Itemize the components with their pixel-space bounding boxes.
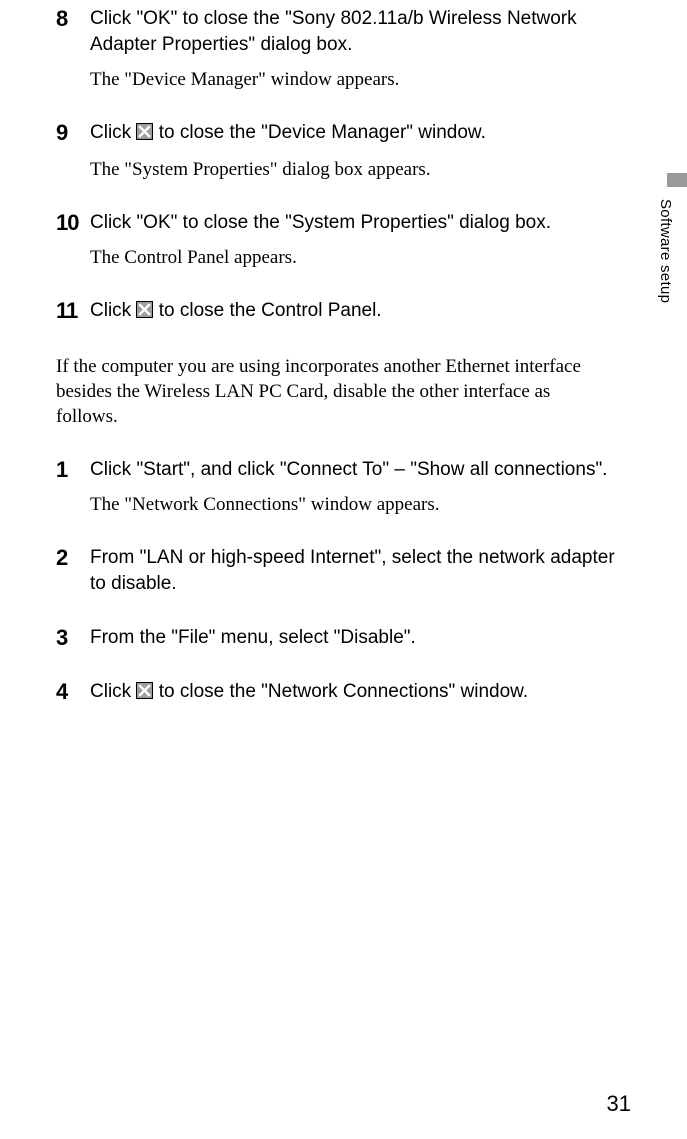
step-result: The "Device Manager" window appears. xyxy=(90,68,616,92)
step: 8Click "OK" to close the "Sony 802.11a/b… xyxy=(56,6,616,92)
step-head: 10Click "OK" to close the "System Proper… xyxy=(56,210,616,236)
close-icon xyxy=(136,681,153,707)
step-head: 4Click to close the "Network Connections… xyxy=(56,679,616,707)
step-result: The Control Panel appears. xyxy=(90,246,616,270)
close-icon xyxy=(136,123,153,140)
step-instruction: Click "OK" to close the "System Properti… xyxy=(90,210,616,236)
step-number: 10 xyxy=(56,210,90,236)
step-number: 2 xyxy=(56,545,90,571)
page-number: 31 xyxy=(607,1091,631,1117)
step-instruction: Click "Start", and click "Connect To" – … xyxy=(90,457,616,483)
step: 3From the "File" menu, select "Disable". xyxy=(56,625,616,651)
document-page: Software setup 8Click "OK" to close the … xyxy=(0,0,687,1139)
intro-paragraph: If the computer you are using incorporat… xyxy=(56,354,616,429)
step-number: 1 xyxy=(56,457,90,483)
step: 4Click to close the "Network Connections… xyxy=(56,679,616,707)
step: 1Click "Start", and click "Connect To" –… xyxy=(56,457,616,517)
step-text-before: Click xyxy=(90,681,136,702)
body-content: 8Click "OK" to close the "Sony 802.11a/b… xyxy=(56,0,616,707)
step-instruction: Click to close the Control Panel. xyxy=(90,298,616,326)
step-number: 11 xyxy=(56,298,90,324)
step-text-before: Click "OK" to close the "Sony 802.11a/b … xyxy=(90,8,577,55)
step-text-after: to close the "Network Connections" windo… xyxy=(153,681,528,702)
step-head: 9Click to close the "Device Manager" win… xyxy=(56,120,616,148)
step-head: 8Click "OK" to close the "Sony 802.11a/b… xyxy=(56,6,616,58)
step-instruction: From the "File" menu, select "Disable". xyxy=(90,625,616,651)
step-head: 1Click "Start", and click "Connect To" –… xyxy=(56,457,616,483)
step-text-after: to close the "Device Manager" window. xyxy=(153,122,485,143)
section-side-label: Software setup xyxy=(658,199,673,303)
step: 11Click to close the Control Panel. xyxy=(56,298,616,326)
step-number: 3 xyxy=(56,625,90,651)
step-list-b: 1Click "Start", and click "Connect To" –… xyxy=(56,457,616,707)
step: 9Click to close the "Device Manager" win… xyxy=(56,120,616,182)
step-head: 11Click to close the Control Panel. xyxy=(56,298,616,326)
close-icon xyxy=(136,682,153,699)
step-number: 8 xyxy=(56,6,90,32)
step-instruction: From "LAN or high-speed Internet", selec… xyxy=(90,545,616,597)
step-result: The "System Properties" dialog box appea… xyxy=(90,158,616,182)
step-text-after: to close the Control Panel. xyxy=(153,300,381,321)
close-icon xyxy=(136,300,153,326)
step-number: 9 xyxy=(56,120,90,146)
section-tab-marker xyxy=(667,173,687,187)
step-text-before: Click "OK" to close the "System Properti… xyxy=(90,212,551,233)
step-list-a: 8Click "OK" to close the "Sony 802.11a/b… xyxy=(56,6,616,326)
step-instruction: Click to close the "Network Connections"… xyxy=(90,679,616,707)
step-head: 3From the "File" menu, select "Disable". xyxy=(56,625,616,651)
step-text-before: From "LAN or high-speed Internet", selec… xyxy=(90,547,615,594)
step-text-before: From the "File" menu, select "Disable". xyxy=(90,627,416,648)
close-icon xyxy=(136,122,153,148)
step-instruction: Click to close the "Device Manager" wind… xyxy=(90,120,616,148)
step-text-before: Click xyxy=(90,300,136,321)
close-icon xyxy=(136,301,153,318)
step-number: 4 xyxy=(56,679,90,705)
step-text-before: Click "Start", and click "Connect To" – … xyxy=(90,459,607,480)
step-text-before: Click xyxy=(90,122,136,143)
step-head: 2From "LAN or high-speed Internet", sele… xyxy=(56,545,616,597)
step-result: The "Network Connections" window appears… xyxy=(90,493,616,517)
step-instruction: Click "OK" to close the "Sony 802.11a/b … xyxy=(90,6,616,58)
step: 2From "LAN or high-speed Internet", sele… xyxy=(56,545,616,597)
step: 10Click "OK" to close the "System Proper… xyxy=(56,210,616,270)
